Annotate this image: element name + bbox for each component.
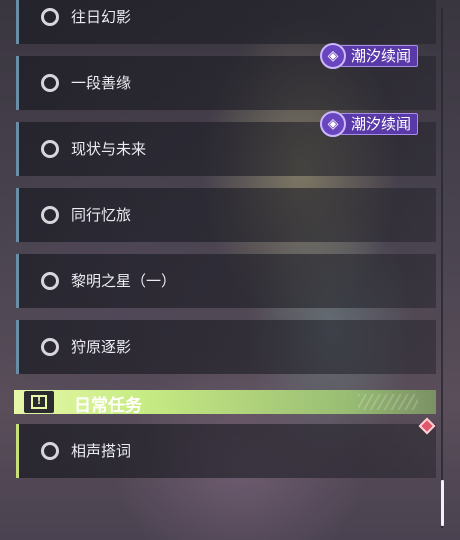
decorative-stripes — [358, 394, 418, 410]
quest-item[interactable]: 狩原逐影 — [16, 320, 436, 374]
status-circle-icon — [41, 442, 59, 460]
status-circle-icon — [41, 272, 59, 290]
status-circle-icon — [41, 206, 59, 224]
quest-label: 现状与未来 — [71, 140, 147, 158]
quest-label: 一段善缘 — [71, 74, 132, 92]
tide-emblem-icon: ◈ — [319, 111, 346, 137]
section-title: 日常任务 — [74, 396, 142, 416]
quest-item[interactable]: 往日幻影 — [16, 0, 436, 44]
exclamation-icon: ! — [24, 391, 54, 413]
quest-tag: ◈ 潮汐续闻 — [319, 43, 418, 69]
quest-tag-label: 潮汐续闻 — [339, 45, 418, 67]
quest-list: 往日幻影 一段善缘 ◈ 潮汐续闻 现状与未来 ◈ 潮汐续闻 同行忆旅 黎明之星（… — [0, 0, 440, 540]
quest-label: 相声搭词 — [71, 442, 132, 460]
status-circle-icon — [41, 338, 59, 356]
status-circle-icon — [41, 74, 59, 92]
quest-label: 狩原逐影 — [71, 338, 132, 356]
quest-item[interactable]: 黎明之星（一） — [16, 254, 436, 308]
scrollbar-track[interactable] — [441, 8, 443, 528]
quest-tag: ◈ 潮汐续闻 — [319, 111, 418, 137]
quest-label: 同行忆旅 — [71, 206, 132, 224]
status-circle-icon — [41, 8, 59, 26]
quest-label: 黎明之星（一） — [71, 272, 177, 290]
quest-item[interactable]: 同行忆旅 — [16, 188, 436, 242]
daily-section-header[interactable]: ! 日常任务 — [14, 390, 436, 416]
quest-tag-label: 潮汐续闻 — [339, 113, 418, 135]
status-circle-icon — [41, 140, 59, 158]
quest-label: 往日幻影 — [71, 8, 132, 26]
daily-quest-item[interactable]: 相声搭词 — [16, 424, 436, 478]
scrollbar-thumb[interactable] — [441, 480, 444, 526]
tide-emblem-icon: ◈ — [319, 43, 346, 69]
